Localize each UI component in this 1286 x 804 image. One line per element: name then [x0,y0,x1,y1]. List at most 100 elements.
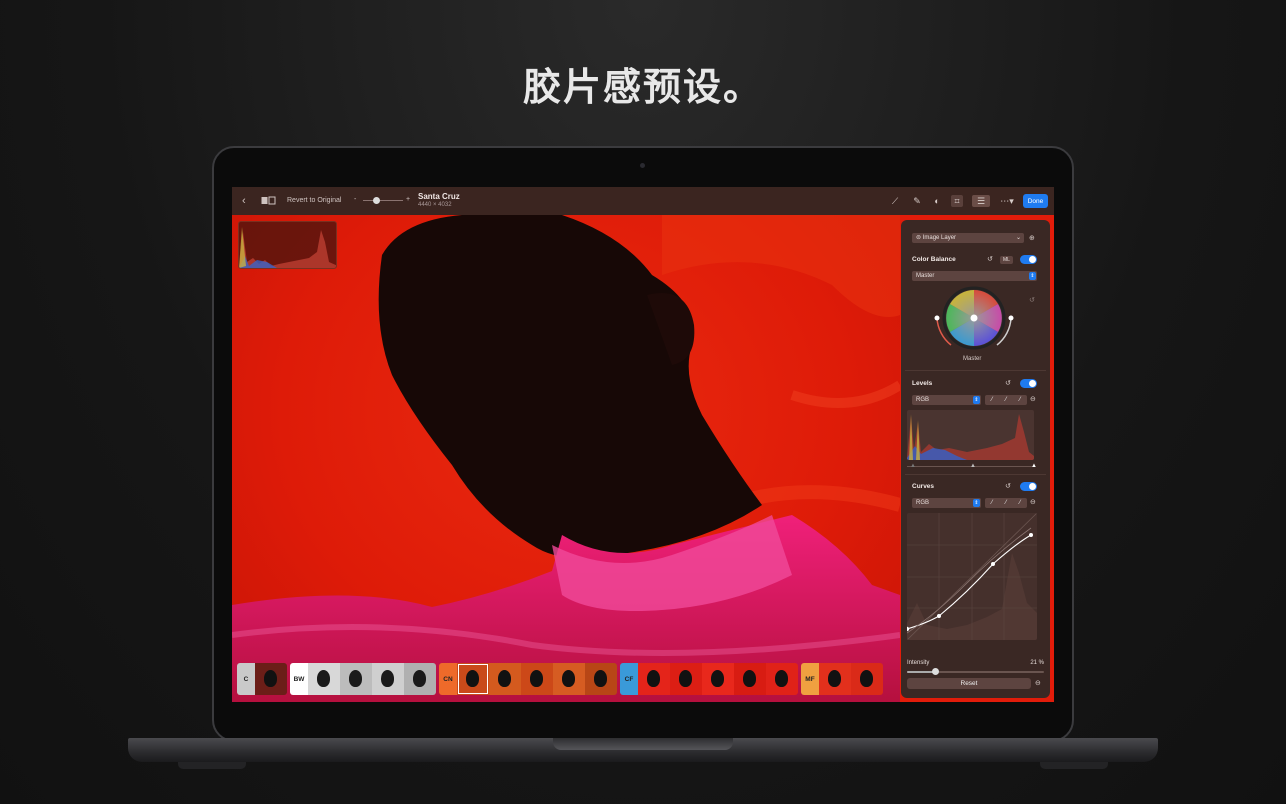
preset-group-label[interactable]: CF [620,663,638,695]
filmstrip: C BW CN CF MF [237,663,883,695]
preset-thumbnail[interactable] [255,663,287,695]
levels-eyedroppers: ⁄ ⁄ ⁄ [985,395,1027,405]
color-balance-toggle[interactable] [1020,255,1037,264]
auto-enhance-icon[interactable]: ⟋ [889,195,901,207]
more-icon[interactable]: ⋯▾ [997,195,1017,207]
preset-thumbnail[interactable] [553,663,585,695]
revert-button[interactable]: Revert to Original [287,197,341,204]
reset-color-balance-icon[interactable]: ↺ [987,255,993,263]
midpoint-handle[interactable]: ▲ [970,463,976,469]
preset-thumbnail[interactable] [638,663,670,695]
adjustments-panel: ⊜ Image Layer ⌄ ⊕ Color Balance ↺ ML Mas… [901,220,1050,698]
zoom-plus[interactable]: + [406,196,410,203]
color-balance-title: Color Balance [912,256,956,263]
divider [905,474,1046,475]
ml-badge[interactable]: ML [1000,256,1013,264]
range-select[interactable]: Master ⇕ [912,271,1037,281]
zoom-slider-track[interactable] [363,200,403,201]
thumbnail-silhouette [530,670,543,687]
updown-icon: ⇕ [973,396,980,404]
intensity-slider-knob[interactable] [932,668,940,675]
preset-thumbnail[interactable] [521,663,553,695]
divider [905,370,1046,371]
thumbnail-silhouette [264,670,277,687]
document-dimensions: 4440 × 4032 [418,202,452,208]
levels-toggle[interactable] [1020,379,1037,388]
preset-group-label[interactable]: BW [290,663,308,695]
document-title-block: Santa Cruz 4440 × 4032 [418,193,460,209]
curves-options-icon[interactable]: ⊖ [1030,498,1036,506]
photo-canvas[interactable] [232,215,900,702]
document-title: Santa Cruz [418,192,460,201]
laptop-notch [553,738,733,750]
thumbnail-silhouette [562,670,575,687]
black-eyedropper-icon[interactable]: ⁄ [991,397,992,403]
done-button[interactable]: Done [1023,194,1048,208]
updown-icon: ⇕ [1029,272,1036,280]
curves-editor[interactable] [907,513,1037,640]
thumbnail-silhouette [743,670,756,687]
levels-title: Levels [912,380,933,387]
back-icon[interactable]: ‹ [242,195,246,207]
retouch-icon[interactable]: ◐ [931,195,943,207]
preset-thumbnail[interactable] [489,663,521,695]
levels-channel-select[interactable]: RGB ⇕ [912,395,981,405]
preset-thumbnail[interactable] [340,663,372,695]
black-point-handle[interactable]: ▲ [910,463,916,469]
reset-levels-icon[interactable]: ↺ [1005,379,1011,387]
toolbar: ‹ Revert to Original - + Santa Cruz 4440… [232,187,1054,215]
thumbnail-silhouette [860,670,873,687]
zoom-minus[interactable]: - [354,196,356,203]
preset-thumbnail[interactable] [457,663,489,695]
preset-thumbnail[interactable] [819,663,851,695]
reset-options-icon[interactable]: ⊖ [1035,679,1041,687]
reset-button[interactable]: Reset [907,678,1031,689]
preset-group-label[interactable]: C [237,663,255,695]
preset-group-cn: CN [439,663,617,695]
preset-group-label[interactable]: CN [439,663,457,695]
gray-eyedropper-icon[interactable]: ⁄ [1005,397,1006,403]
preset-thumbnail[interactable] [308,663,340,695]
preset-thumbnail[interactable] [670,663,702,695]
reset-curves-icon[interactable]: ↺ [1005,482,1011,490]
preset-thumbnail[interactable] [585,663,617,695]
preset-group-label[interactable]: MF [801,663,819,695]
white-eyedropper-icon[interactable]: ⁄ [1019,397,1020,403]
thumbnail-silhouette [711,670,724,687]
intensity-label: Intensity [907,660,930,666]
wheel-label: Master [963,356,982,362]
white-eyedropper-icon[interactable]: ⁄ [1019,500,1020,506]
preset-thumbnail[interactable] [734,663,766,695]
layer-select[interactable]: ⊜ Image Layer ⌄ [912,233,1024,243]
thumbnail-silhouette [413,670,426,687]
white-point-handle[interactable]: ▲ [1031,463,1037,469]
gray-eyedropper-icon[interactable]: ⁄ [1005,500,1006,506]
preset-thumbnail[interactable] [404,663,436,695]
compare-icon[interactable] [261,196,276,207]
thumbnail-silhouette [647,670,660,687]
brush-icon[interactable]: ✎ [911,195,923,207]
levels-options-icon[interactable]: ⊖ [1030,395,1036,403]
laptop-foot-right [1040,762,1108,769]
color-wheel[interactable] [931,285,1017,351]
thumbnail-silhouette [498,670,511,687]
levels-histogram[interactable] [907,410,1034,460]
crop-icon[interactable]: ⌗ [951,195,963,207]
updown-icon: ⇕ [973,499,980,507]
headline: 胶片感预设。 [522,65,763,109]
curves-toggle[interactable] [1020,482,1037,491]
adjust-icon[interactable]: ☰ [972,195,990,207]
chevron-down-icon: ⌄ [1015,235,1021,241]
wheel-reset-icon[interactable]: ↺ [1029,296,1035,304]
curves-channel-select[interactable]: RGB ⇕ [912,498,981,508]
preset-thumbnail[interactable] [766,663,798,695]
preset-thumbnail[interactable] [372,663,404,695]
black-eyedropper-icon[interactable]: ⁄ [991,500,992,506]
thumbnail-silhouette [466,670,479,687]
thumbnail-silhouette [828,670,841,687]
add-layer-icon[interactable]: ⊕ [1029,234,1035,242]
preset-thumbnail[interactable] [851,663,883,695]
intensity-slider-track[interactable] [907,668,1044,675]
preset-thumbnail[interactable] [702,663,734,695]
zoom-slider-knob[interactable] [373,197,380,204]
